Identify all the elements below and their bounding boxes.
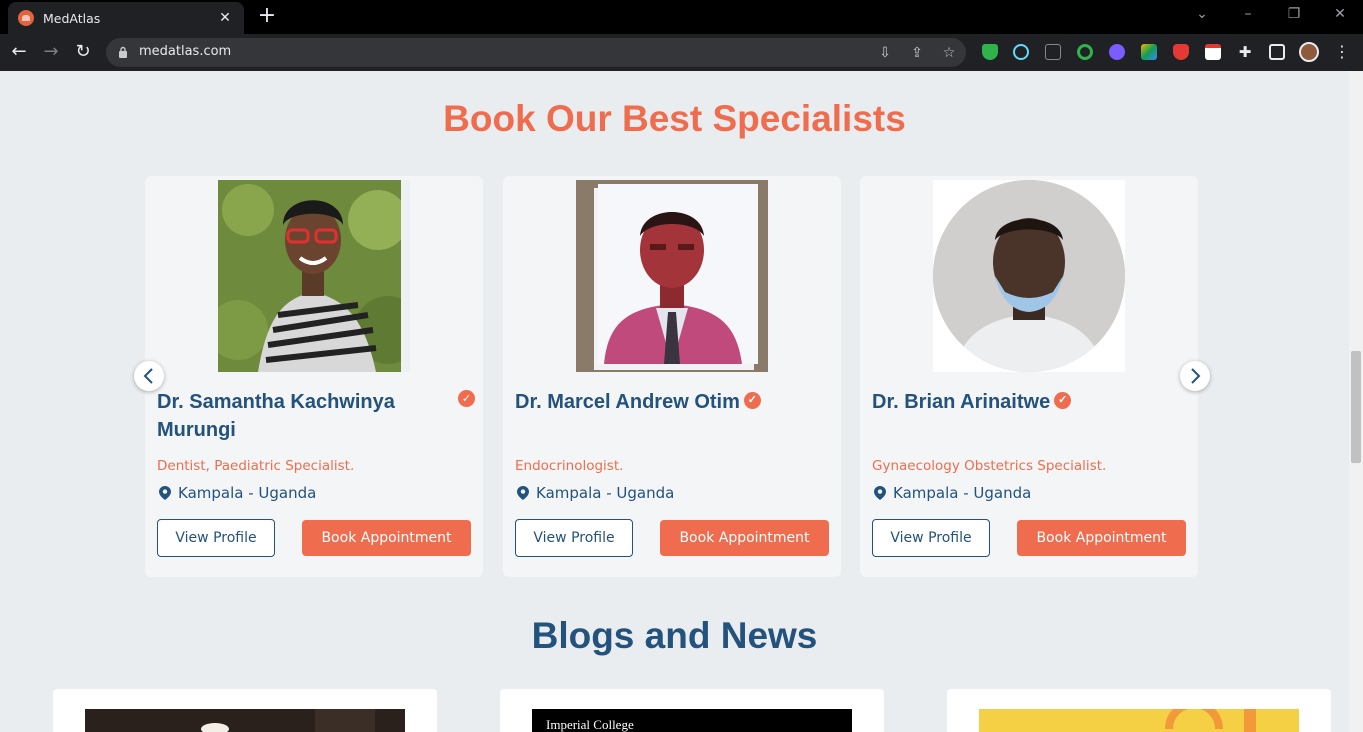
view-profile-button[interactable]: View Profile (157, 519, 275, 557)
blog-card[interactable] (53, 689, 437, 732)
scrollbar-thumb[interactable] (1351, 351, 1361, 463)
map-pin-icon (517, 486, 529, 500)
window-close-icon[interactable]: ✕ (1330, 6, 1350, 22)
blog-card[interactable] (947, 689, 1331, 732)
page-content: Book Our Best Specialists Dr. Samantha K… (0, 71, 1349, 732)
view-profile-button[interactable]: View Profile (515, 519, 633, 557)
browser-menu-icon[interactable]: ⋮ (1334, 44, 1350, 60)
browser-toolbar: ← → ↻ medatlas.com ⇩ ⇪ ☆ ✚ ⋮ (0, 34, 1363, 71)
verified-badge-icon: ✓ (458, 390, 475, 407)
doctor-specialty: Gynaecology Obstetrics Specialist. (872, 458, 1107, 474)
minimize-icon[interactable]: – (1238, 6, 1258, 22)
doctor-specialty: Endocrinologist. (515, 458, 624, 474)
doctor-name[interactable]: Dr. Brian Arinaitwe ✓ (872, 388, 1162, 416)
chevron-left-icon (143, 368, 153, 384)
back-icon[interactable]: ← (7, 41, 31, 65)
page-scrollbar[interactable] (1349, 71, 1363, 732)
tab-title: MedAtlas (43, 10, 101, 26)
restore-icon[interactable]: ❐ (1284, 6, 1304, 22)
location-text: Kampala - Uganda (536, 484, 675, 502)
doctor-name[interactable]: Dr. Samantha Kachwinya Murungi (157, 388, 447, 444)
colorful-extension-icon[interactable] (1141, 44, 1157, 60)
side-panel-icon[interactable] (1269, 44, 1285, 60)
blog-image-text: Imperial College (546, 717, 634, 732)
new-tab-icon[interactable]: + (256, 5, 278, 27)
tab-search-icon[interactable]: ⌄ (1192, 6, 1212, 22)
doctor-card: Dr. Samantha Kachwinya Murungi ✓ Dentist… (145, 176, 483, 577)
doctor-card: Dr. Marcel Andrew Otim ✓ Endocrinologist.… (503, 176, 841, 577)
red-extension-icon[interactable] (1173, 44, 1189, 60)
map-pin-icon (874, 486, 886, 500)
view-profile-button[interactable]: View Profile (872, 519, 990, 557)
extensions-puzzle-icon[interactable]: ✚ (1237, 44, 1253, 60)
verified-badge-icon: ✓ (743, 392, 761, 409)
book-appointment-button[interactable]: Book Appointment (1017, 520, 1186, 556)
react-devtools-icon[interactable] (1013, 44, 1029, 60)
address-bar[interactable]: medatlas.com ⇩ ⇪ ☆ (106, 38, 966, 67)
blogs-heading: Blogs and News (531, 615, 818, 656)
doctor-photo (933, 180, 1125, 372)
specialists-heading: Book Our Best Specialists (443, 98, 906, 139)
doctor-name[interactable]: Dr. Marcel Andrew Otim ✓ (515, 388, 805, 416)
gear-extension-icon[interactable] (1109, 44, 1125, 60)
carousel-prev-button[interactable] (134, 361, 164, 391)
bookmark-star-icon[interactable]: ☆ (940, 44, 958, 62)
lock-icon (119, 46, 127, 58)
doctor-card: Dr. Brian Arinaitwe ✓ Gynaecology Obstetr… (860, 176, 1198, 577)
doctor-location: Kampala - Uganda (517, 484, 674, 502)
doctor-location: Kampala - Uganda (874, 484, 1031, 502)
cast-extension-icon[interactable] (1045, 44, 1061, 60)
location-text: Kampala - Uganda (893, 484, 1032, 502)
book-appointment-button[interactable]: Book Appointment (660, 520, 829, 556)
blog-image (979, 709, 1299, 732)
blog-card[interactable]: Imperial College (500, 689, 884, 732)
forward-icon[interactable]: → (39, 41, 63, 65)
map-pin-icon (159, 486, 171, 500)
verified-badge-icon: ✓ (1054, 392, 1072, 409)
reload-icon[interactable]: ↻ (71, 41, 95, 65)
location-text: Kampala - Uganda (178, 484, 317, 502)
shield-extension-icon[interactable] (982, 44, 998, 60)
doctor-location: Kampala - Uganda (159, 484, 316, 502)
blog-image: Imperial College (532, 709, 852, 732)
medatlas-favicon-icon (18, 10, 34, 26)
doctor-photo (218, 180, 410, 372)
browser-tab-strip: MedAtlas ✕ + ⌄ – ❐ ✕ (0, 0, 1363, 34)
profile-avatar[interactable] (1299, 42, 1319, 62)
share-icon[interactable]: ⇪ (908, 44, 926, 62)
book-appointment-button[interactable]: Book Appointment (302, 520, 471, 556)
browser-tab[interactable]: MedAtlas ✕ (8, 2, 244, 34)
target-extension-icon[interactable] (1077, 44, 1093, 60)
url-text: medatlas.com (139, 44, 232, 59)
doctor-specialty: Dentist, Paediatric Specialist. (157, 458, 355, 474)
blog-image (85, 709, 405, 732)
install-app-icon[interactable]: ⇩ (876, 44, 894, 62)
doctor-photo (576, 180, 768, 372)
close-tab-icon[interactable]: ✕ (216, 10, 234, 26)
carousel-next-button[interactable] (1180, 361, 1210, 391)
chevron-right-icon (1191, 368, 1201, 384)
notes-extension-icon[interactable] (1205, 44, 1221, 60)
